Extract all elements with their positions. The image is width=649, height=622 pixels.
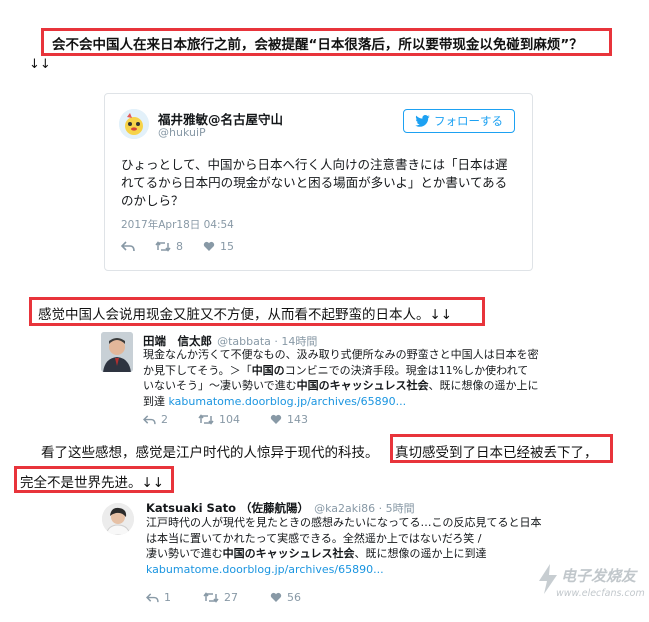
retweet-button[interactable]: 27 [203,591,238,604]
tweet-card-1: 福井雅敏@名古屋守山 @hukuiP フォローする ひょっとして、中国から日本へ… [104,93,533,271]
tweet2-line1: 現金なんか汚くて不便なもの、汲み取り式便所なみの野蛮さと中国人は日本を密 [143,348,539,361]
tweet-2: 田端 信太郎 @tabbata · 14時間 現金なんか汚くて不便なもの、汲み取… [92,330,562,430]
tweet2-line3: いないそう」〜凄い勢いで進む中国のキャッシュレス社会、既に想像の遥か上に [143,379,539,392]
tweet1-handle[interactable]: @hukuiP [158,126,206,139]
tweet1-actions: 8 15 [121,240,234,253]
retweet-icon [198,414,214,425]
caption-3a: 看了这些感想，感觉是江户时代的人惊异于现代的科技。 [41,445,379,461]
avatar[interactable] [102,503,134,535]
tweet1-text: ひょっとして、中国から日本へ行く人向けの注意書きには「日本は遅れてるから日本円の… [121,157,508,208]
tweet3-line1: 江戸時代の人が現代を見たときの感想みたいになってる…この反応見てると日本 [146,516,542,529]
watermark-logo: 电子发烧友 www.elecfans.com [536,562,645,612]
tweet2-name[interactable]: 田端 信太郎 [143,334,212,348]
caption-1: 会不会中国人在来日本旅行之前，会被提醒“日本很落后，所以要带现金以免碰到麻烦”？ [52,37,583,53]
like-button[interactable]: 15 [203,240,234,253]
avatar[interactable] [101,332,133,372]
like-count: 143 [287,413,308,426]
reply-button[interactable]: 2 [143,413,168,426]
tweet3-link[interactable]: kabumatome.doorblog.jp/archives/65890... [146,562,561,578]
follow-label: フォローする [434,114,503,128]
heart-icon [270,592,282,602]
retweet-icon [203,592,219,603]
reply-count: 1 [164,591,171,604]
tweet1-timestamp[interactable]: 2017年Apr18日 04:54 [121,217,234,232]
tweet3-line3: 凄い勢いで進む中国のキャッシュレス社会、既に想像の遥か上に到達 [146,547,487,560]
tweet-3: Katsuaki Sato （佐藤航陽） @ka2aki86 · 5時間 江戸時… [95,497,565,607]
tweet3-line2: は本当に置いてかれたって実感できる。全然遥か上ではないだろ笑 / [146,531,482,545]
retweet-count: 27 [224,591,238,604]
tweet3-name[interactable]: Katsuaki Sato （佐藤航陽） [146,501,309,515]
tweet2-actions: 2 104 143 [143,413,308,426]
like-button[interactable]: 56 [270,591,301,604]
tweet3-text: 江戸時代の人が現代を見たときの感想みたいになってる…この反応見てると日本 は本当… [146,515,561,577]
arrows-1: ↓↓ [29,57,51,72]
caption-2: 感觉中国人会说用现金又脏又不方便，从而看不起野蛮的日本人。↓↓ [38,307,453,323]
reply-icon [146,592,159,602]
tweet3-handle[interactable]: @ka2aki86 · 5時間 [314,502,415,515]
reply-icon [121,241,135,252]
avatar[interactable] [119,109,149,139]
retweet-button[interactable]: 8 [155,240,183,253]
watermark-url: www.elecfans.com [556,588,645,599]
tweet3-actions: 1 27 56 [146,591,301,604]
tweet2-link[interactable]: kabumatome.doorblog.jp/archives/65890... [169,395,407,408]
retweet-icon [155,241,171,252]
like-count: 15 [220,240,234,253]
tweet2-text: 現金なんか汚くて不便なもの、汲み取り式便所なみの野蛮さと中国人は日本を密 か見下… [143,347,558,409]
tweet2-line4: 到達 kabumatome.doorblog.jp/archives/65890… [143,394,407,408]
heart-icon [203,241,215,251]
retweet-count: 104 [219,413,240,426]
reply-button[interactable]: 1 [146,591,171,604]
tweet2-line2: か見下してそう。＞「中国のコンビニでの決済手段。現金は11%しか使われて [143,363,529,377]
retweet-button[interactable]: 104 [198,413,240,426]
reply-button[interactable] [121,240,135,253]
like-count: 56 [287,591,301,604]
follow-button[interactable]: フォローする [403,109,515,133]
reply-count: 2 [161,413,168,426]
retweet-count: 8 [176,240,183,253]
twitter-bird-icon [415,115,430,127]
caption-3c: 完全不是世界先进。↓↓ [20,475,165,491]
heart-icon [270,414,282,424]
like-button[interactable]: 143 [270,413,308,426]
reply-icon [143,414,156,424]
watermark-cn: 电子发烧友 [561,567,637,585]
caption-3b: 真切感受到了日本已经被丢下了， [395,445,598,461]
